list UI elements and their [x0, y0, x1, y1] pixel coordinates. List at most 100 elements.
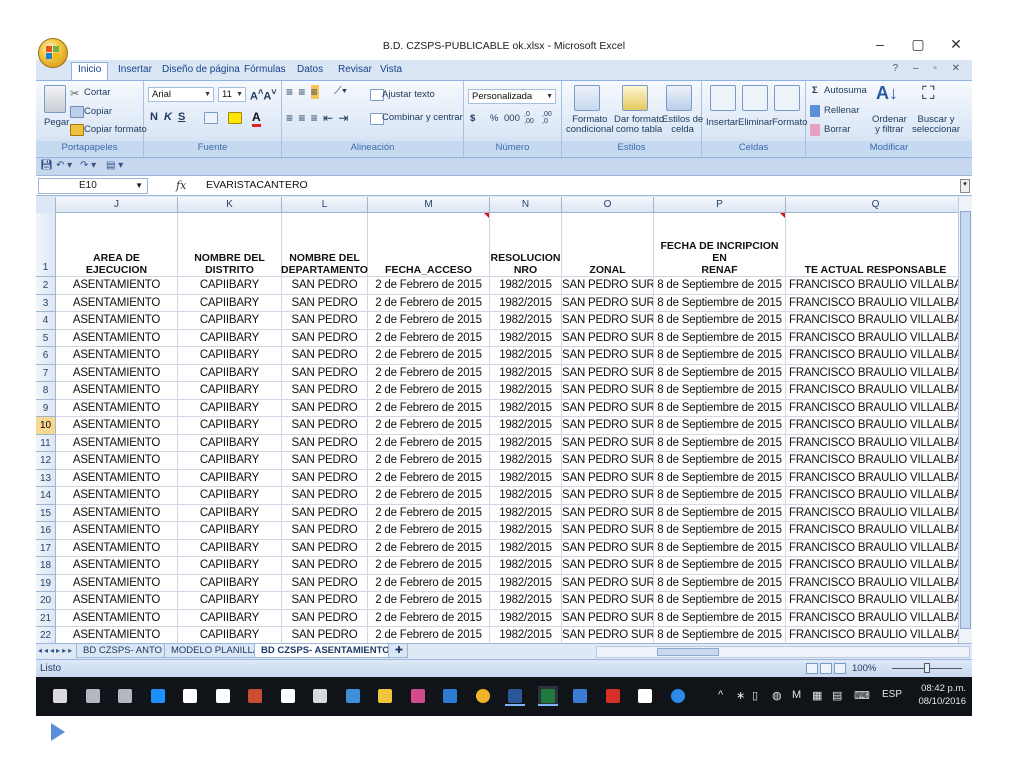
- cell[interactable]: 2 de Febrero de 2015: [368, 312, 490, 330]
- cell[interactable]: SAN PEDRO: [282, 434, 368, 452]
- cell[interactable]: FRANCISCO BRAULIO VILLALBA CABRERA: [786, 575, 958, 592]
- cell[interactable]: 1982/2015: [490, 504, 562, 522]
- cell[interactable]: ASENTAMIENTO: [56, 312, 178, 330]
- cell[interactable]: SAN PEDRO: [282, 557, 368, 575]
- column-header-p[interactable]: P: [654, 197, 786, 213]
- conditional-format-button[interactable]: Formato condicional: [566, 115, 614, 135]
- cell[interactable]: 8 de Septiembre de 2015: [654, 557, 786, 575]
- cell[interactable]: 8 de Septiembre de 2015: [654, 469, 786, 487]
- row-header[interactable]: 7: [36, 364, 56, 382]
- cell[interactable]: SAN PEDRO: [282, 277, 368, 295]
- comment-indicator-icon[interactable]: [780, 213, 785, 218]
- header-cell[interactable]: RESOLUCION NRO: [490, 213, 562, 277]
- cell[interactable]: CAPIIBARY: [178, 434, 282, 452]
- cell[interactable]: ASENTAMIENTO: [56, 452, 178, 470]
- vertical-scroll-thumb[interactable]: [960, 211, 971, 629]
- cell[interactable]: 1982/2015: [490, 277, 562, 295]
- cell[interactable]: FRANCISCO BRAULIO VILLALBA CABRERA: [786, 540, 958, 557]
- format-button[interactable]: Formato: [772, 117, 807, 128]
- cell[interactable]: ASENTAMIENTO: [56, 627, 178, 643]
- cell[interactable]: 2 de Febrero de 2015: [368, 364, 490, 382]
- page-break-icon[interactable]: [834, 663, 846, 674]
- cell[interactable]: 2 de Febrero de 2015: [368, 469, 490, 487]
- cell[interactable]: SAN PEDRO: [282, 627, 368, 643]
- bold-button[interactable]: N: [150, 111, 158, 123]
- zoom-slider[interactable]: [892, 663, 962, 673]
- tab-insertar[interactable]: Insertar: [112, 63, 158, 76]
- cell[interactable]: 2 de Febrero de 2015: [368, 627, 490, 643]
- row-header[interactable]: 4: [36, 312, 56, 330]
- thousands-button[interactable]: 000: [504, 113, 520, 124]
- currency-button[interactable]: $: [470, 113, 475, 124]
- zoom-level[interactable]: 100%: [852, 663, 876, 674]
- orientation-icon[interactable]: ⟋▾: [334, 85, 347, 98]
- cell[interactable]: 8 de Septiembre de 2015: [654, 277, 786, 295]
- format-as-table-button[interactable]: Dar formato como tabla: [614, 115, 664, 135]
- row-header[interactable]: 13: [36, 469, 56, 487]
- header-cell[interactable]: NOMBRE DEL DEPARTAMENTO: [281, 213, 368, 277]
- cell[interactable]: SAN PEDRO SUR: [562, 434, 654, 452]
- row-header[interactable]: 14: [36, 487, 56, 505]
- cell[interactable]: SAN PEDRO: [282, 417, 368, 435]
- cell[interactable]: SAN PEDRO: [282, 592, 368, 610]
- horizontal-scroll-thumb[interactable]: [657, 648, 719, 656]
- cell[interactable]: FRANCISCO BRAULIO VILLALBA CABRERA: [786, 627, 958, 643]
- row-header[interactable]: 6: [36, 347, 56, 365]
- column-header-k[interactable]: K: [178, 197, 282, 213]
- row-header[interactable]: 1: [36, 213, 56, 277]
- cell[interactable]: 1982/2015: [490, 382, 562, 400]
- cell[interactable]: 8 de Septiembre de 2015: [654, 627, 786, 643]
- cell[interactable]: 2 de Febrero de 2015: [368, 504, 490, 522]
- cell[interactable]: ASENTAMIENTO: [56, 364, 178, 382]
- number-format-select[interactable]: Personalizada ▼: [468, 89, 556, 104]
- column-header-o[interactable]: O: [562, 197, 654, 213]
- horizontal-align-icons[interactable]: ≡ ≡ ≡ ⇤ ⇥: [286, 111, 349, 125]
- cell[interactable]: 2 de Febrero de 2015: [368, 452, 490, 470]
- cell[interactable]: 2 de Febrero de 2015: [368, 539, 490, 557]
- cell[interactable]: SAN PEDRO SUR: [562, 399, 654, 417]
- notification-icon[interactable]: ▤: [832, 689, 842, 702]
- sheet-nav-arrows-icon[interactable]: ◂◂◂▸▸▸: [38, 646, 74, 655]
- cell[interactable]: FRANCISCO BRAULIO VILLALBA CABRERA: [786, 347, 958, 365]
- home-icon[interactable]: [213, 686, 233, 706]
- vertical-align-icons[interactable]: ≡ ≡ ≡: [286, 85, 319, 99]
- cell[interactable]: 1982/2015: [490, 469, 562, 487]
- row-header[interactable]: 11: [36, 434, 56, 452]
- cell[interactable]: 8 de Septiembre de 2015: [654, 294, 786, 312]
- underline-button[interactable]: S: [178, 111, 185, 123]
- cell[interactable]: ASENTAMIENTO: [56, 434, 178, 452]
- cell[interactable]: SAN PEDRO: [282, 539, 368, 557]
- excel-icon[interactable]: [537, 686, 558, 706]
- malwarebytes-icon[interactable]: M: [792, 689, 801, 701]
- cell[interactable]: ASENTAMIENTO: [56, 382, 178, 400]
- battery-icon[interactable]: ▯: [752, 689, 758, 702]
- cell[interactable]: SAN PEDRO SUR: [562, 539, 654, 557]
- sheet-tab-bd-czsps-anto[interactable]: BD CZSPS- ANTO: [76, 644, 170, 658]
- cell[interactable]: SAN PEDRO SUR: [562, 347, 654, 365]
- sheet-tab-bd-czsps-asentamientos[interactable]: BD CZSPS- ASENTAMIENTOS: [254, 644, 403, 658]
- cell[interactable]: SAN PEDRO: [282, 469, 368, 487]
- windows-start-icon[interactable]: [50, 686, 70, 706]
- cell[interactable]: SAN PEDRO SUR: [562, 277, 654, 295]
- cell[interactable]: CAPIIBARY: [178, 382, 282, 400]
- row-header[interactable]: 12: [36, 452, 56, 470]
- cell[interactable]: CAPIIBARY: [178, 574, 282, 592]
- minimize-button[interactable]: –: [872, 36, 888, 53]
- cell[interactable]: 1982/2015: [490, 522, 562, 540]
- cell[interactable]: 1982/2015: [490, 434, 562, 452]
- cell[interactable]: 2 de Febrero de 2015: [368, 329, 490, 347]
- cell[interactable]: 2 de Febrero de 2015: [368, 609, 490, 627]
- header-cell[interactable]: FECHA_ACCESO: [368, 213, 490, 277]
- tab-inicio[interactable]: Inicio: [71, 62, 109, 80]
- find-select-button[interactable]: Buscar y seleccionar: [912, 115, 960, 135]
- cell[interactable]: FRANCISCO BRAULIO VILLALBA CABRERA: [786, 592, 958, 610]
- increase-decimal-button[interactable]: ,0 ,00: [524, 111, 538, 125]
- cell[interactable]: SAN PEDRO SUR: [562, 382, 654, 400]
- cell[interactable]: CAPIIBARY: [178, 347, 282, 365]
- cell[interactable]: SAN PEDRO SUR: [562, 504, 654, 522]
- expand-formula-bar-icon[interactable]: ▾: [960, 179, 970, 193]
- cell[interactable]: FRANCISCO BRAULIO VILLALBA CABRERA: [786, 330, 958, 347]
- bluetooth-icon[interactable]: ∗: [736, 689, 745, 702]
- cell[interactable]: CAPIIBARY: [178, 364, 282, 382]
- cell[interactable]: FRANCISCO BRAULIO VILLALBA CABRERA: [786, 557, 958, 575]
